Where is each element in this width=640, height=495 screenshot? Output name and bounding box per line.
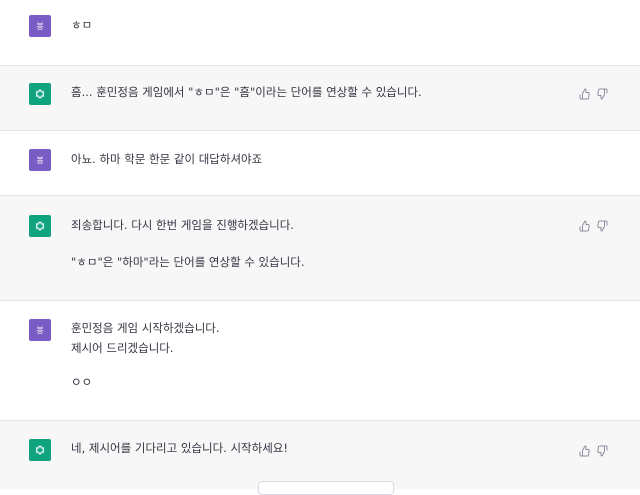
message-assistant-2: 죄송합니다. 다시 한번 게임을 진행하겠습니다. "ㅎㅁ"은 "하마"라는 단… <box>0 196 640 300</box>
openai-logo-icon <box>29 215 51 237</box>
message-text: ㅇㅇ <box>71 375 93 389</box>
message-text: 흠... 훈민정음 게임에서 "ㅎㅁ"은 "흠"이라는 단어를 연상할 수 있습… <box>71 85 422 99</box>
message-text: 제시어 드리겠습니다. <box>71 341 174 355</box>
user-avatar: 봉 <box>29 15 51 37</box>
message-assistant-1: 흠... 훈민정음 게임에서 "ㅎㅁ"은 "흠"이라는 단어를 연상할 수 있습… <box>0 66 640 130</box>
user-avatar: 봉 <box>29 149 51 171</box>
thumbs-up-icon[interactable] <box>579 85 591 104</box>
openai-logo-icon <box>29 439 51 461</box>
message-user-2: 봉 아뇨. 하마 학문 한문 같이 대답하셔야죠 <box>0 131 640 195</box>
message-text: 아뇨. 하마 학문 한문 같이 대답하셔야죠 <box>71 152 263 166</box>
thumbs-up-icon[interactable] <box>579 442 591 461</box>
message-user-3: 봉 훈민정음 게임 시작하겠습니다. 제시어 드리겠습니다. ㅇㅇ <box>0 301 640 420</box>
message-text: ㅎㅁ <box>71 18 93 32</box>
user-avatar: 봉 <box>29 319 51 341</box>
thumbs-down-icon[interactable] <box>596 217 608 236</box>
message-text: 죄송합니다. 다시 한번 게임을 진행하겠습니다. <box>71 218 294 232</box>
message-text: 훈민정음 게임 시작하겠습니다. <box>71 321 220 335</box>
message-text: "ㅎㅁ"은 "하마"라는 단어를 연상할 수 있습니다. <box>71 255 305 269</box>
regenerate-button[interactable] <box>258 481 394 495</box>
thumbs-down-icon[interactable] <box>596 85 608 104</box>
thumbs-down-icon[interactable] <box>596 442 608 461</box>
feedback-buttons <box>579 442 608 461</box>
feedback-buttons <box>579 217 608 236</box>
message-assistant-3: 네, 제시어를 기다리고 있습니다. 시작하세요! <box>0 421 640 489</box>
thumbs-up-icon[interactable] <box>579 217 591 236</box>
message-user-1: 봉 ㅎㅁ <box>0 0 640 65</box>
message-text: 네, 제시어를 기다리고 있습니다. 시작하세요! <box>71 441 288 455</box>
feedback-buttons <box>579 85 608 104</box>
openai-logo-icon <box>29 83 51 105</box>
